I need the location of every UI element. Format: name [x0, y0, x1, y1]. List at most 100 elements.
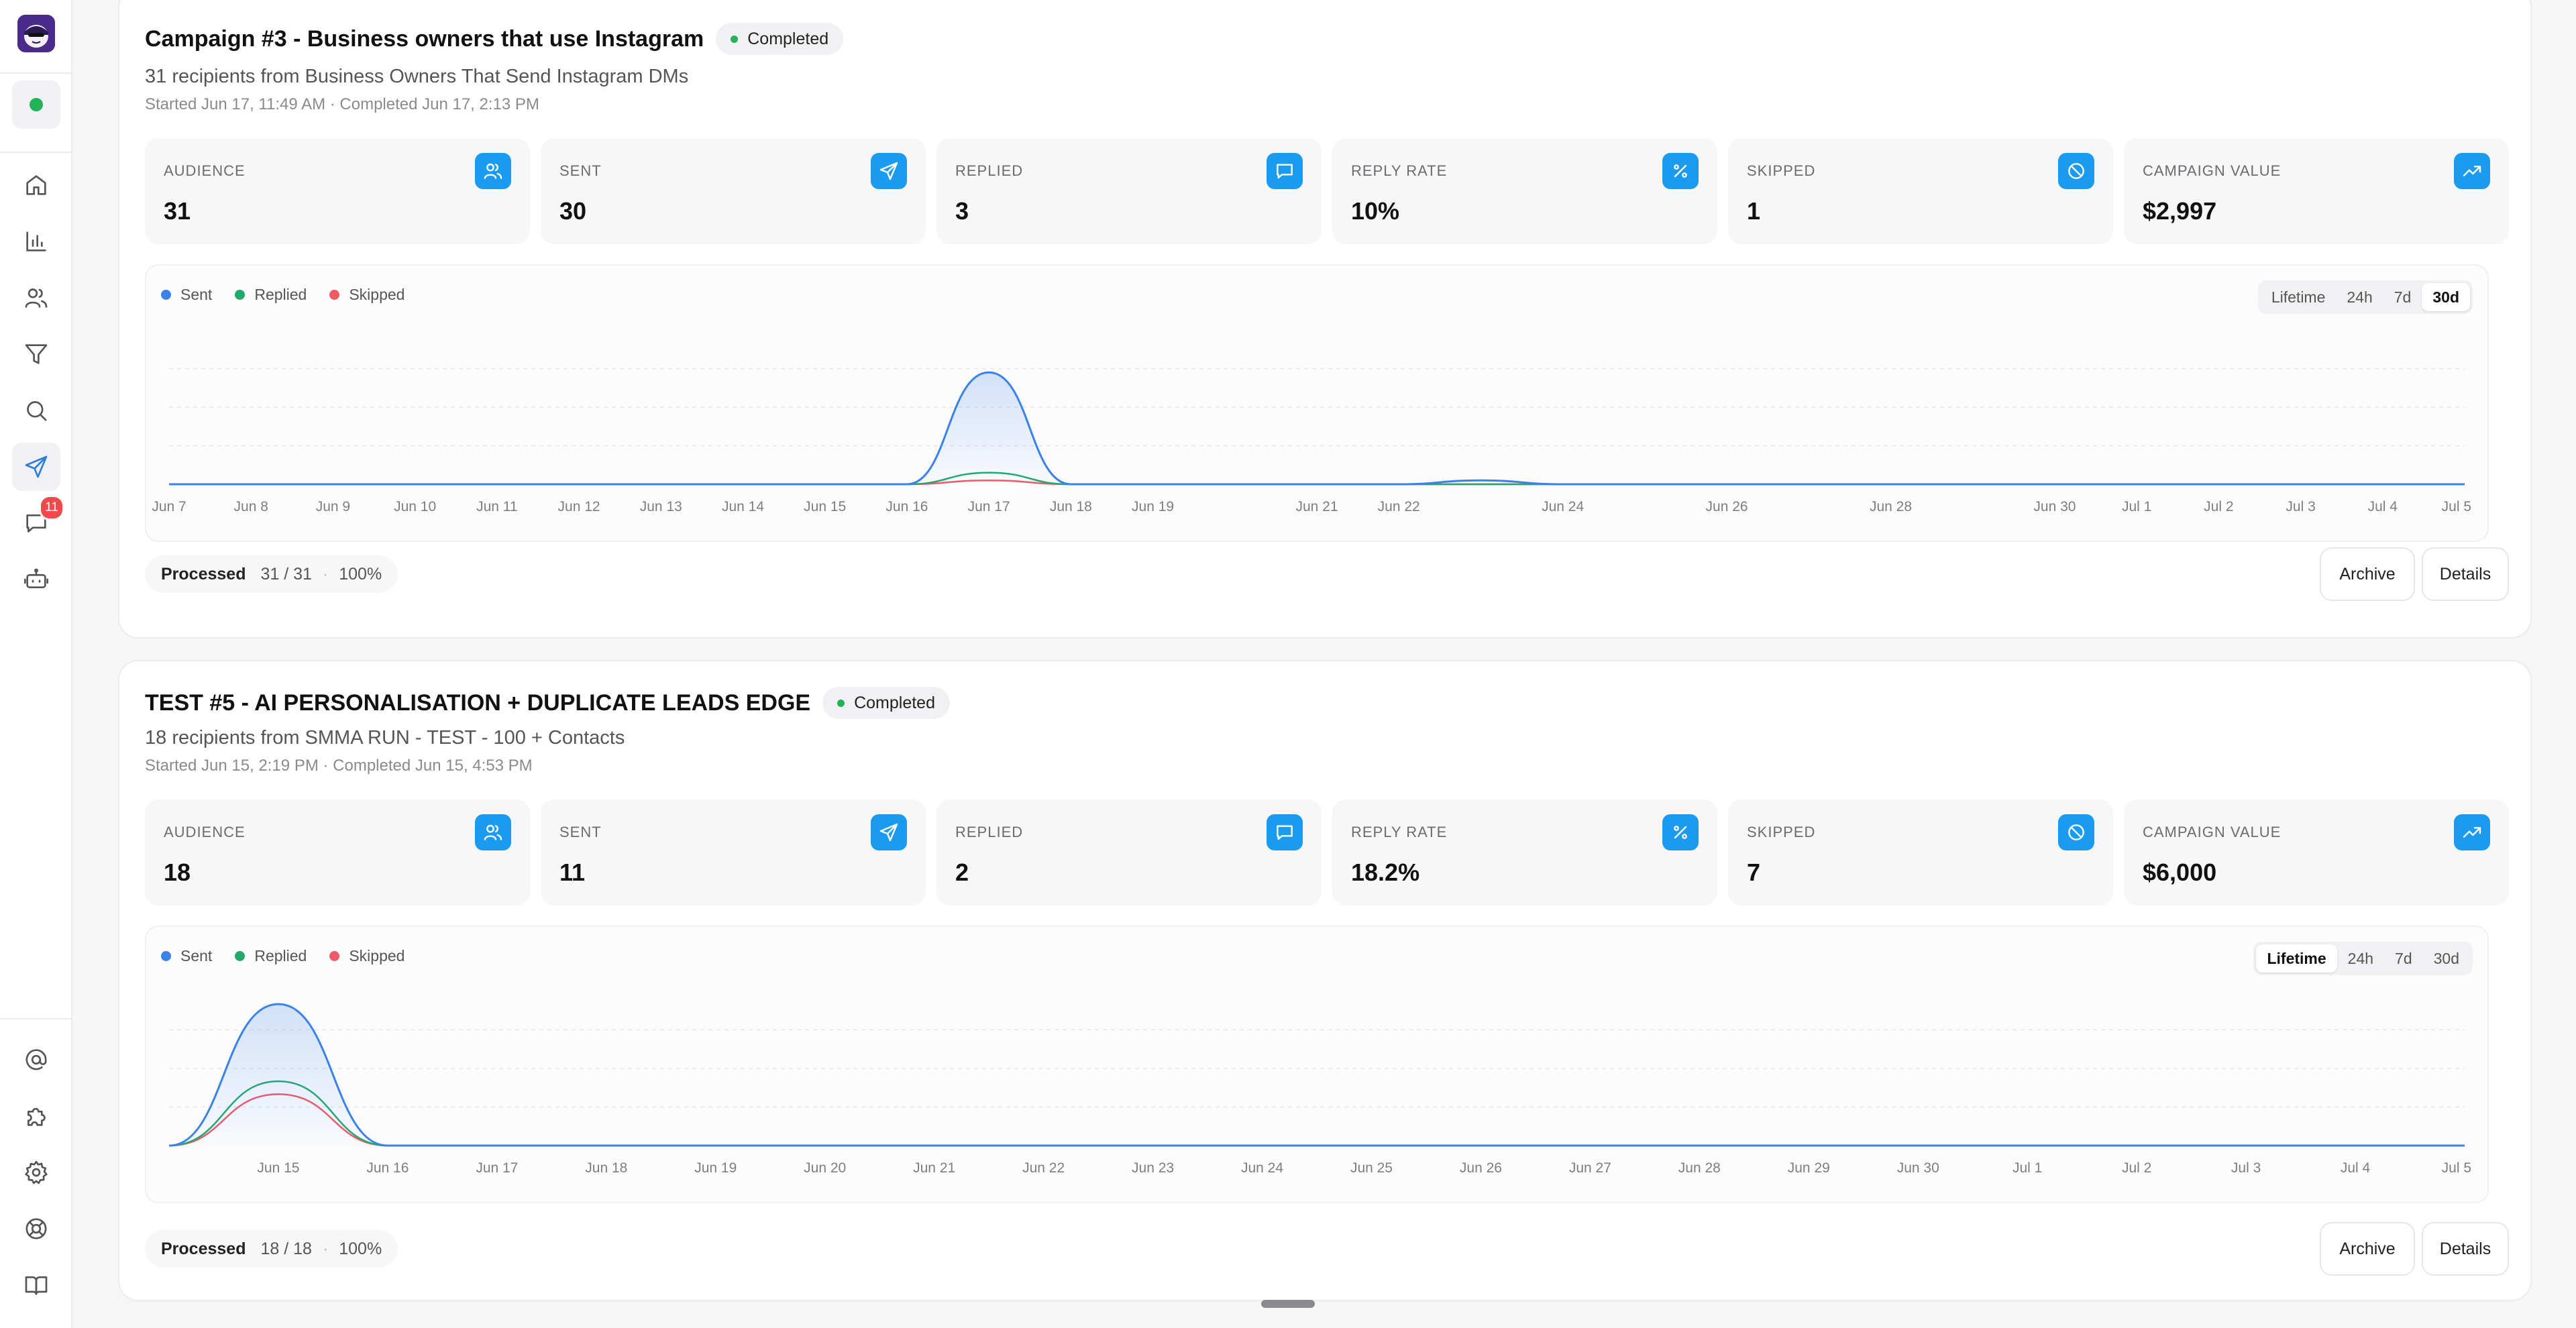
series-line-skipped: [168, 1093, 2465, 1147]
sidebar: 11: [0, 0, 72, 1328]
x-tick-label: Jun 18: [585, 1160, 627, 1176]
campaign-title-text: TEST #5 - AI PERSONALISATION + DUPLICATE…: [145, 689, 811, 716]
metric-skipped: SKIPPED 7: [1728, 799, 2113, 905]
separator-dot: ·: [322, 1239, 329, 1258]
metric-replied: REPLIED 2: [936, 799, 1322, 905]
gear-icon: [25, 1160, 48, 1184]
metric-icon-tile: [475, 153, 511, 189]
series-line-replied: [168, 1080, 2465, 1147]
home-icon: [26, 175, 46, 195]
legend-label: Replied: [254, 947, 307, 964]
tab-lifetime[interactable]: Lifetime: [2256, 944, 2337, 973]
filter-icon: [25, 344, 48, 364]
metric-campaign-value: CAMPAIGN VALUE $6,000: [2124, 799, 2509, 905]
details-button[interactable]: Details: [2422, 1222, 2509, 1276]
ban-icon: [2068, 824, 2084, 840]
x-tick-label: Jun 27: [1569, 1160, 1611, 1176]
legend-label: Skipped: [349, 947, 405, 964]
users-icon: [484, 824, 502, 840]
metric-label: REPLIED: [955, 162, 1024, 179]
time-range-tabs: Lifetime 24h 7d 30d: [2257, 280, 2473, 314]
sidebar-item-support[interactable]: [12, 1205, 60, 1253]
campaign-card: TEST #5 - AI PERSONALISATION + DUPLICATE…: [118, 660, 2532, 1301]
x-tick-label: Jul 4: [2341, 1160, 2371, 1176]
metric-label: SKIPPED: [1747, 824, 1816, 840]
activity-chart: Jun 15 Jun 16 Jun 17 Jun 18 Jun 19 Jun 20 Jun …: [145, 926, 2489, 1203]
metric-icon-tile: [2058, 153, 2094, 189]
tab-30d[interactable]: 30d: [2423, 944, 2470, 973]
time-range-tabs: Lifetime 24h 7d 30d: [2253, 942, 2473, 975]
x-tick-label: Jun 30: [2033, 499, 2076, 514]
chat-icon: [1277, 825, 1293, 840]
metric-label: REPLY RATE: [1351, 162, 1448, 179]
tab-24h[interactable]: 24h: [2337, 944, 2384, 973]
processed-count: 18 / 18: [260, 1239, 312, 1258]
tab-7d[interactable]: 7d: [2383, 283, 2422, 311]
sidebar-item-automations[interactable]: [12, 555, 60, 604]
tab-30d[interactable]: 30d: [2422, 283, 2470, 311]
metric-value: 10%: [1351, 197, 1400, 225]
tab-lifetime[interactable]: Lifetime: [2261, 283, 2337, 311]
activity-chart-svg: Jun 7 Jun 8 Jun 9 Jun 10 Jun 11 Jun 12 Jun 13 J…: [152, 368, 2471, 514]
metric-value: $6,000: [2143, 859, 2217, 886]
legend-swatch: [329, 951, 340, 961]
sidebar-item-analytics[interactable]: [12, 217, 60, 266]
sidebar-item-inbox[interactable]: 11: [12, 495, 64, 547]
metric-value: 2: [955, 859, 969, 886]
lifebuoy-icon: [25, 1218, 47, 1239]
metric-label: SENT: [559, 824, 602, 840]
campaign-title: Campaign #3 - Business owners that use I…: [145, 23, 844, 55]
x-tick-label: Jun 14: [722, 499, 764, 514]
metric-value: 31: [164, 197, 191, 225]
metric-value: $2,997: [2143, 197, 2217, 225]
sidebar-item-mentions[interactable]: [12, 1036, 60, 1084]
x-tick-label: Jul 4: [2368, 499, 2398, 514]
archive-button[interactable]: Archive: [2320, 1222, 2415, 1276]
sidebar-item-funnels[interactable]: [12, 330, 60, 378]
legend-label: Replied: [254, 286, 307, 303]
metric-value: 1: [1747, 197, 1761, 225]
percent-icon: [1674, 164, 1687, 178]
archive-button[interactable]: Archive: [2320, 547, 2415, 601]
tab-24h[interactable]: 24h: [2336, 283, 2383, 311]
sidebar-divider: [0, 1018, 72, 1019]
legend-item-replied: Replied: [235, 947, 307, 965]
metric-icon-tile: [2058, 814, 2094, 850]
processed-summary: Processed 18 / 18 · 100%: [145, 1230, 398, 1268]
metric-audience: AUDIENCE 31: [145, 138, 530, 244]
status-badge-label: Completed: [747, 29, 829, 48]
tab-7d[interactable]: 7d: [2384, 944, 2423, 973]
sidebar-item-integrations[interactable]: [12, 1092, 60, 1140]
activity-chart: Jun 7 Jun 8 Jun 9 Jun 10 Jun 11 Jun 12 Jun 13 J…: [145, 264, 2489, 542]
metric-value: 30: [559, 197, 587, 225]
metric-label: AUDIENCE: [164, 824, 246, 840]
sidebar-item-contacts[interactable]: [12, 274, 60, 322]
app-logo[interactable]: [17, 15, 55, 52]
metric-icon-tile: [2454, 814, 2490, 850]
users-icon: [484, 163, 502, 179]
x-tick-label: Jul 1: [2012, 1160, 2042, 1176]
workspace-status[interactable]: [12, 80, 60, 129]
percent-icon: [1674, 826, 1687, 839]
x-tick-label: Jun 17: [476, 1160, 518, 1176]
legend-item-skipped: Skipped: [329, 947, 405, 965]
sidebar-item-campaigns[interactable]: [12, 443, 60, 491]
sidebar-item-docs[interactable]: [12, 1261, 60, 1309]
metric-value: 11: [559, 859, 586, 886]
users-icon: [25, 288, 48, 308]
details-button[interactable]: Details: [2422, 547, 2509, 601]
trending-up-icon: [2463, 166, 2481, 176]
x-tick-label: Jun 15: [257, 1160, 299, 1176]
metric-label: CAMPAIGN VALUE: [2143, 824, 2282, 840]
sidebar-item-home[interactable]: [12, 161, 60, 209]
scroll-handle[interactable]: [1261, 1300, 1315, 1308]
sidebar-item-settings[interactable]: [12, 1148, 60, 1197]
sidebar-item-search[interactable]: [12, 386, 60, 435]
processed-summary: Processed 31 / 31 · 100%: [145, 555, 398, 593]
metric-label: CAMPAIGN VALUE: [2143, 162, 2282, 179]
x-tick-label: Jun 29: [1788, 1160, 1830, 1176]
legend-swatch: [161, 290, 171, 300]
metric-icon-tile: [2454, 153, 2490, 189]
metric-icon-tile: [1267, 153, 1303, 189]
legend-swatch: [235, 290, 246, 300]
